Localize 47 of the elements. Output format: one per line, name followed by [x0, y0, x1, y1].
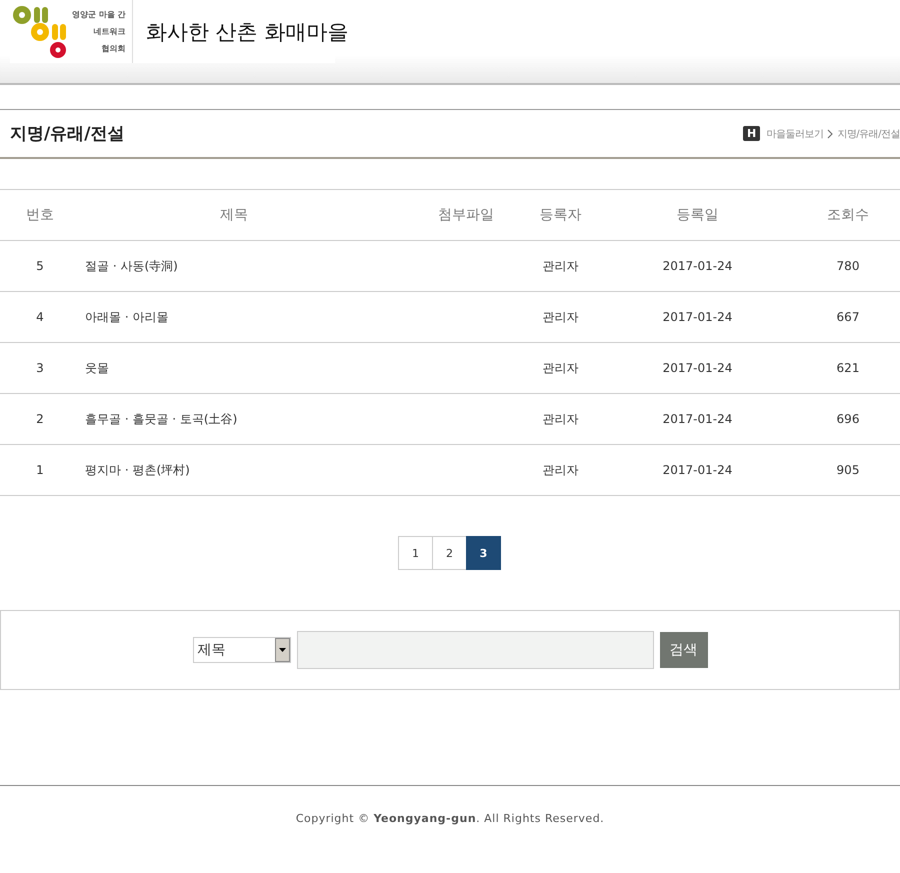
column-header: 제목 — [80, 190, 410, 240]
table-cell: 4 — [0, 292, 80, 342]
home-badge[interactable]: H — [743, 126, 760, 141]
table-cell: 667 — [796, 292, 900, 342]
table-cell: 905 — [796, 444, 900, 496]
search-field[interactable] — [296, 631, 654, 669]
column-header: 등록자 — [522, 190, 599, 240]
column-header: 조회수 — [796, 190, 900, 240]
logo-text: 네트워크 — [94, 26, 126, 38]
post-title-link[interactable]: 웃몰 — [85, 360, 109, 374]
post-title-link[interactable]: 평지마 · 평촌(坪村) — [85, 462, 190, 476]
page-button[interactable]: 1 — [398, 536, 433, 570]
table-cell: 관리자 — [522, 342, 599, 394]
copyright-text: Copyright © Yeongyang-gun. All Rights Reserved. — [294, 812, 606, 825]
breadcrumb-link[interactable]: 마을둘러보기 — [766, 126, 824, 140]
breadcrumb-link[interactable]: 지명/유래/전설 — [837, 126, 900, 140]
table-cell: 관리자 — [522, 394, 599, 444]
search-button[interactable]: 검색 — [660, 632, 708, 668]
table-cell: 2017-01-24 — [599, 240, 796, 292]
table-cell: 관리자 — [522, 444, 599, 496]
table-cell: 관리자 — [522, 240, 599, 292]
table-cell: 2017-01-24 — [599, 292, 796, 342]
logo-text: 협의회 — [102, 43, 126, 55]
page-button[interactable]: 3 — [466, 536, 501, 570]
table-cell: 2 — [0, 394, 80, 444]
table-cell: 관리자 — [522, 292, 599, 342]
table-cell: 2017-01-24 — [599, 342, 796, 394]
table-cell: 621 — [796, 342, 900, 394]
table-cell: 2017-01-24 — [599, 444, 796, 496]
post-title-link[interactable]: 흘무골 · 흘뭇골 · 토곡(土谷) — [85, 412, 238, 426]
page-button[interactable]: 2 — [432, 536, 467, 570]
table-cell: 696 — [796, 394, 900, 444]
logo-text: 영양군 마을 간 — [72, 9, 126, 21]
table-cell: 1 — [0, 444, 80, 496]
table-cell: 3 — [0, 342, 80, 394]
site-title[interactable]: 화사한 산촌 화매마을 — [146, 18, 348, 46]
search-type-select[interactable]: 제목 — [192, 637, 290, 663]
table-cell: 5 — [0, 240, 80, 292]
column-header: 번호 — [0, 190, 80, 240]
post-title-link[interactable]: 아래몰 · 아리몰 — [85, 310, 168, 324]
page-title: 지명/유래/전설 — [10, 123, 124, 145]
chevron-icon — [827, 128, 834, 138]
table-cell: 2017-01-24 — [599, 394, 796, 444]
table-cell: 780 — [796, 240, 900, 292]
column-header: 첨부파일 — [410, 190, 522, 240]
column-header: 등록일 — [599, 190, 796, 240]
post-title-link[interactable]: 절골 · 사동(寺洞) — [85, 258, 178, 272]
